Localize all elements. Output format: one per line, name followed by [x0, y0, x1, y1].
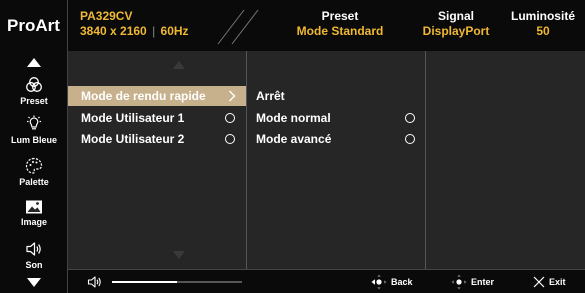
option-label: Mode avancé — [256, 132, 332, 146]
sidebar-item-label: Lum Bleue — [10, 135, 57, 145]
menu-item-label: Mode de rendu rapide — [81, 89, 206, 103]
enter-control[interactable]: Enter — [451, 274, 494, 290]
menu-panel-2 — [247, 51, 425, 269]
footer-bar: Back Enter Exit — [68, 269, 585, 293]
panel-divider — [246, 51, 247, 269]
luminosity-status: Luminosité 50 — [503, 9, 583, 39]
menu-down-arrow-icon[interactable] — [173, 251, 185, 259]
preset-label: Preset — [321, 9, 359, 23]
radio-icon — [225, 134, 235, 144]
menu-item-mode-rendu-rapide[interactable]: Mode de rendu rapide — [68, 86, 246, 106]
preset-icon — [26, 77, 42, 92]
option-mode-normal[interactable]: Mode normal — [247, 108, 425, 128]
panel-divider — [425, 51, 426, 269]
exit-label: Exit — [549, 277, 566, 287]
image-icon — [26, 200, 42, 214]
sidebar-item-label: Palette — [19, 177, 49, 187]
palette-icon — [25, 157, 43, 174]
close-icon — [533, 276, 545, 288]
joystick-left-icon — [371, 274, 387, 290]
menu-panel-1 — [68, 51, 246, 269]
joystick-center-icon — [451, 274, 467, 290]
volume-fill — [112, 281, 177, 283]
sidebar-item-son[interactable]: Son — [0, 240, 68, 270]
menu-item-label: Mode Utilisateur 1 — [81, 111, 185, 125]
signal-status: Signal DisplayPort — [412, 9, 500, 39]
sidebar-item-image[interactable]: Image — [0, 199, 68, 227]
option-arret[interactable]: Arrêt — [247, 86, 425, 106]
menu-item-label: Mode Utilisateur 2 — [81, 132, 185, 146]
sidebar-down-arrow-icon[interactable] — [27, 278, 41, 287]
model-info: PA329CV 3840 x 2160 | 60Hz — [80, 9, 189, 39]
volume-slider[interactable] — [112, 281, 242, 283]
menu-up-arrow-icon[interactable] — [173, 61, 185, 69]
preset-status: Preset Mode Standard — [270, 9, 410, 39]
enter-label: Enter — [471, 277, 495, 287]
option-label: Mode normal — [256, 111, 331, 125]
resolution-line: 3840 x 2160 | 60Hz — [80, 24, 189, 39]
sidebar-item-label: Son — [25, 260, 43, 270]
chevron-right-icon — [229, 90, 236, 102]
radio-icon — [405, 113, 415, 123]
sidebar-item-label: Image — [20, 217, 47, 227]
back-label: Back — [391, 277, 413, 287]
option-label: Arrêt — [256, 89, 285, 103]
radio-icon — [405, 134, 415, 144]
sidebar-item-preset[interactable]: Preset — [0, 76, 68, 106]
exit-control[interactable]: Exit — [533, 274, 566, 290]
signal-value: DisplayPort — [422, 24, 490, 38]
sidebar-item-lum-bleue[interactable]: Lum Bleue — [0, 115, 68, 145]
signal-label: Signal — [437, 9, 474, 23]
luminosity-label: Luminosité — [510, 9, 575, 23]
header-bar: ProArt PA329CV 3840 x 2160 | 60Hz Preset… — [0, 0, 585, 51]
radio-icon — [225, 113, 235, 123]
luminosity-value: 50 — [536, 24, 550, 38]
separator: | — [148, 24, 159, 38]
model-name: PA329CV — [80, 9, 133, 23]
option-mode-avance[interactable]: Mode avancé — [247, 129, 425, 149]
menu-item-mode-utilisateur-2[interactable]: Mode Utilisateur 2 — [68, 129, 246, 149]
speaker-icon — [26, 242, 41, 256]
volume-icon — [87, 276, 101, 288]
back-control[interactable]: Back — [371, 274, 413, 290]
menu-item-mode-utilisateur-1[interactable]: Mode Utilisateur 1 — [68, 108, 246, 128]
header-divider-slash — [217, 9, 259, 45]
menu-panel-3 — [426, 51, 585, 269]
brand-logo: ProArt — [0, 0, 68, 51]
preset-value: Mode Standard — [296, 24, 384, 38]
refresh-text: 60Hz — [160, 24, 189, 38]
resolution-text: 3840 x 2160 — [80, 24, 147, 38]
sidebar-item-label: Preset — [20, 96, 48, 106]
sidebar-up-arrow-icon[interactable] — [27, 58, 41, 67]
blue-light-icon — [27, 115, 41, 130]
sidebar-item-palette[interactable]: Palette — [0, 157, 68, 187]
sidebar: Preset Lum Bleue Palette Image Son — [0, 51, 68, 293]
